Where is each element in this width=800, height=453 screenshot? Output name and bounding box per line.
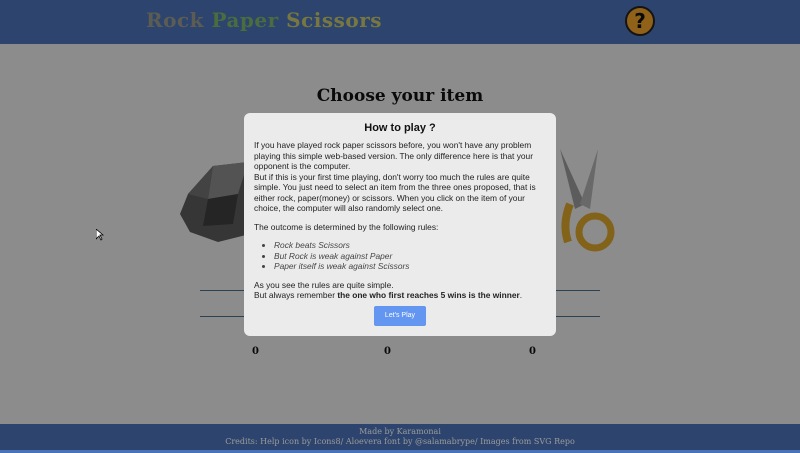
how-to-play-dialog: How to play ? If you have played rock pa… <box>244 113 556 336</box>
dialog-body: If you have played rock paper scissors b… <box>254 140 548 309</box>
winner-paragraph: But always remember the one who first re… <box>254 290 548 301</box>
rule-item: But Rock is weak against Paper <box>274 251 548 262</box>
rule-item: Paper itself is weak against Scissors <box>274 261 548 272</box>
winner-prefix: But always remember <box>254 290 338 300</box>
cursor-icon <box>96 229 104 241</box>
rule-item: Rock beats Scissors <box>274 240 548 251</box>
dialog-title: How to play ? <box>364 122 436 134</box>
winner-rule: the one who first reaches 5 wins is the … <box>337 290 520 300</box>
rules-list: Rock beats Scissors But Rock is weak aga… <box>254 240 548 272</box>
outcome-paragraph: The outcome is determined by the followi… <box>254 221 439 232</box>
winner-suffix: . <box>519 290 523 300</box>
rules-intro-paragraph: But if this is your first time playing, … <box>254 171 536 214</box>
lets-play-button[interactable]: Let's Play <box>374 306 426 326</box>
summary-paragraph: As you see the rules are quite simple. <box>254 279 394 290</box>
intro-paragraph: If you have played rock paper scissors b… <box>254 140 534 171</box>
